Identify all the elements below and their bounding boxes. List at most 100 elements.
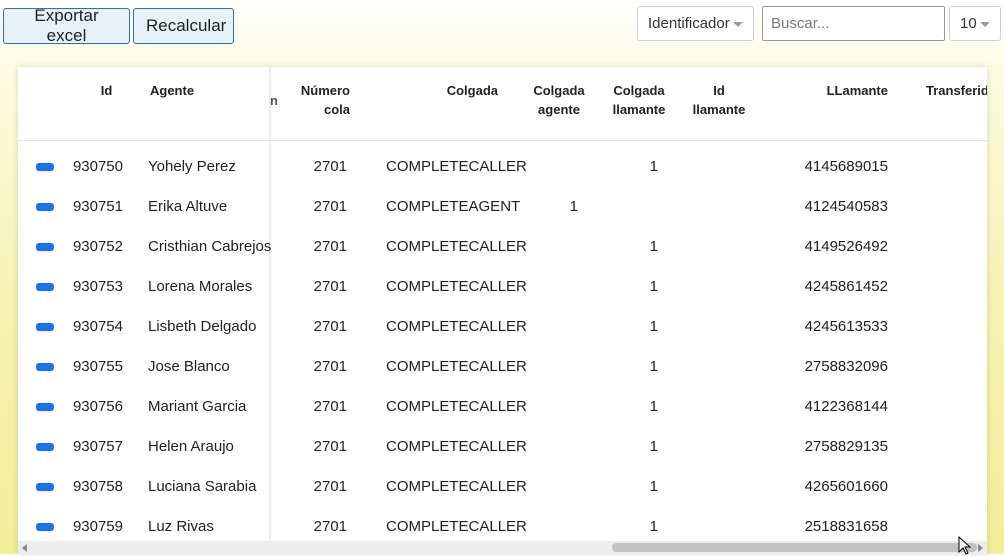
cell-llamante: 4245613533 — [804, 318, 888, 335]
table-row[interactable]: 930757 Helen Araujo 2701 COMPLETECALLER 1 275… — [18, 427, 987, 467]
cell-agente: Luciana Sarabia — [148, 478, 257, 495]
cell-colgada-llamante: 1 — [649, 478, 658, 495]
filter-field-selected-value: Identificador — [648, 15, 730, 32]
header-numero-cola[interactable]: Número cola — [288, 81, 350, 119]
cell-colgada-llamante: 1 — [649, 438, 658, 455]
calls-table: Id Agente n Número cola Colgada Colgada … — [18, 67, 987, 554]
table-row[interactable]: 930755 Jose Blanco 2701 COMPLETECALLER 1 2758… — [18, 347, 987, 387]
cell-id: 930750 — [72, 158, 123, 175]
expand-pill-icon[interactable] — [36, 443, 54, 451]
expand-pill-icon[interactable] — [36, 483, 54, 491]
cell-numero-cola: 2701 — [313, 198, 347, 215]
cell-colgada: COMPLETECALLER — [386, 158, 527, 175]
cell-colgada-llamante: 1 — [649, 238, 658, 255]
cell-agente: Helen Araujo — [148, 438, 234, 455]
recalculate-button[interactable]: Recalcular — [133, 8, 234, 44]
expand-pill-icon[interactable] — [36, 323, 54, 331]
header-colgada[interactable]: Colgada — [418, 81, 498, 100]
cell-id: 930754 — [72, 318, 123, 335]
cell-colgada: COMPLETECALLER — [386, 278, 527, 295]
cell-numero-cola: 2701 — [313, 398, 347, 415]
mouse-pointer-icon — [958, 536, 972, 555]
cell-colgada: COMPLETECALLER — [386, 478, 527, 495]
cell-llamante: 2758832096 — [804, 358, 888, 375]
cell-id: 930756 — [72, 398, 123, 415]
cell-colgada-agente: 1 — [569, 198, 578, 215]
table-row[interactable]: 930756 Mariant Garcia 2701 COMPLETECALLER 1 4… — [18, 387, 987, 427]
cell-llamante: 4265601660 — [804, 478, 888, 495]
expand-pill-icon[interactable] — [36, 283, 54, 291]
page-size-value: 10 — [960, 15, 977, 32]
cell-numero-cola: 2701 — [313, 278, 347, 295]
search-input[interactable] — [762, 6, 945, 41]
expand-pill-icon[interactable] — [36, 403, 54, 411]
cell-llamante: 4245861452 — [804, 278, 888, 295]
header-llamante[interactable]: LLamante — [798, 81, 888, 100]
table-row[interactable]: 930754 Lisbeth Delgado 2701 COMPLETECALLER 1… — [18, 307, 987, 347]
header-colgada-llamante[interactable]: Colgada llamante — [608, 81, 670, 119]
expand-pill-icon[interactable] — [36, 523, 54, 531]
header-transferido[interactable]: Transferido — [926, 81, 987, 100]
header-colgada-agente[interactable]: Colgada agente — [528, 81, 590, 119]
cell-llamante: 4145689015 — [804, 158, 888, 175]
cell-colgada-agente — [528, 147, 578, 187]
expand-pill-icon[interactable] — [36, 243, 54, 251]
cell-numero-cola: 2701 — [313, 358, 347, 375]
cell-colgada-agente — [528, 427, 578, 467]
scrollbar-thumb[interactable] — [612, 543, 977, 552]
scroll-left-icon[interactable] — [22, 544, 27, 552]
frozen-column-divider — [269, 67, 272, 554]
cell-colgada: COMPLETECALLER — [386, 438, 527, 455]
cell-numero-cola: 2701 — [313, 438, 347, 455]
cell-colgada: COMPLETECALLER — [386, 318, 527, 335]
cell-colgada: COMPLETEAGENT — [386, 198, 521, 215]
chevron-down-icon — [980, 22, 990, 27]
horizontal-scrollbar[interactable] — [18, 541, 987, 554]
cell-agente: Lisbeth Delgado — [148, 318, 257, 335]
export-excel-button[interactable]: Exportar excel — [3, 6, 130, 45]
cell-colgada-llamante — [608, 187, 658, 227]
expand-pill-icon[interactable] — [36, 163, 54, 171]
filter-field-select[interactable]: Identificador — [637, 6, 754, 41]
cell-numero-cola: 2701 — [313, 238, 347, 255]
cell-colgada: COMPLETECALLER — [386, 238, 527, 255]
cell-colgada-llamante: 1 — [649, 278, 658, 295]
cell-numero-cola: 2701 — [313, 158, 347, 175]
expand-pill-icon[interactable] — [36, 203, 54, 211]
table-row[interactable]: 930758 Luciana Sarabia 2701 COMPLETECALLER 1… — [18, 467, 987, 507]
cell-numero-cola: 2701 — [313, 318, 347, 335]
table-row[interactable]: 930752 Cristhian Cabrejos 2701 COMPLETECALL… — [18, 227, 987, 267]
table-row[interactable]: 930753 Lorena Morales 2701 COMPLETECALLER 1 4… — [18, 267, 987, 307]
cell-id: 930755 — [72, 358, 123, 375]
cell-agente: Jose Blanco — [148, 358, 230, 375]
table-row[interactable]: 930751 Erika Altuve 2701 COMPLETEAGENT 1 4124… — [18, 187, 987, 227]
cell-colgada: COMPLETECALLER — [386, 358, 527, 375]
cell-llamante: 4122368144 — [804, 398, 888, 415]
cell-colgada-agente — [528, 267, 578, 307]
expand-pill-icon[interactable] — [36, 363, 54, 371]
header-id-llamante[interactable]: Id llamante — [688, 81, 750, 119]
table-row[interactable]: 930750 Yohely Perez 2701 COMPLETECALLER 1 414… — [18, 147, 987, 187]
page-size-select[interactable]: 10 — [949, 6, 1001, 41]
chevron-down-icon — [733, 22, 743, 27]
cell-colgada: COMPLETECALLER — [386, 398, 527, 415]
cell-colgada-agente — [528, 307, 578, 347]
scroll-right-icon[interactable] — [978, 544, 983, 552]
cell-llamante: 4149526492 — [804, 238, 888, 255]
cell-agente: Lorena Morales — [148, 278, 253, 295]
header-agente[interactable]: Agente — [150, 81, 230, 100]
cell-agente: Mariant Garcia — [148, 398, 247, 415]
cell-id: 930751 — [72, 198, 123, 215]
cell-colgada-llamante: 1 — [649, 318, 658, 335]
table-header: Id Agente n Número cola Colgada Colgada … — [18, 67, 987, 141]
cell-numero-cola: 2701 — [313, 478, 347, 495]
header-id[interactable]: Id — [94, 81, 119, 100]
cell-colgada-llamante: 1 — [649, 398, 658, 415]
cell-llamante: 4124540583 — [804, 198, 888, 215]
cell-colgada-agente — [528, 467, 578, 507]
cell-colgada-llamante: 1 — [649, 158, 658, 175]
cell-id: 930752 — [72, 238, 123, 255]
cell-colgada-agente — [528, 387, 578, 427]
cell-agente: Erika Altuve — [148, 198, 228, 215]
cell-colgada-agente — [528, 347, 578, 387]
